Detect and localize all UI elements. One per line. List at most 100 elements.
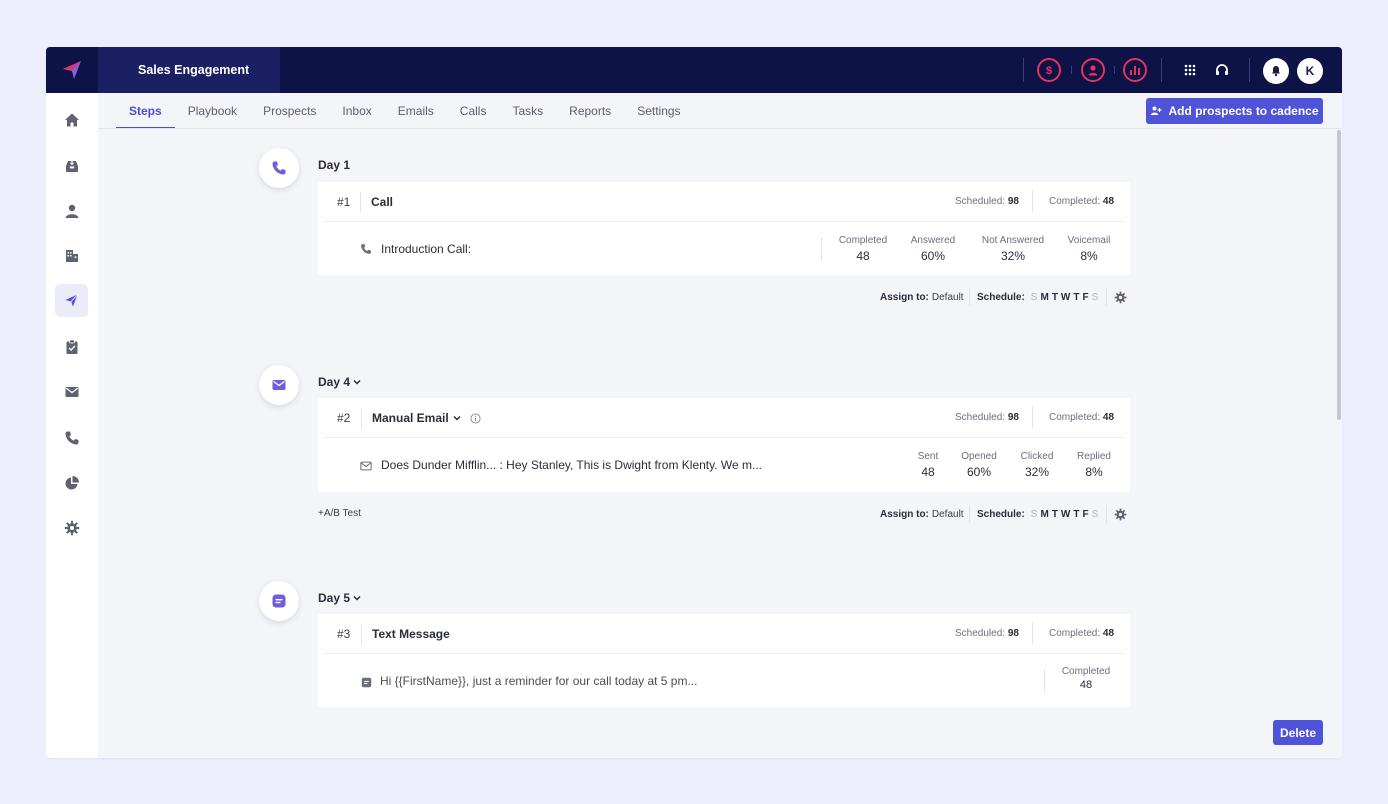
scheduled-value: 98 [1007, 196, 1019, 207]
sidebar-item-accounts[interactable] [55, 239, 88, 272]
step-card[interactable]: #2 Manual Email Scheduled: 98 Completed:… [318, 398, 1130, 492]
stat-label: Completed [838, 235, 888, 246]
assign-to[interactable]: Assign to: Default [880, 509, 964, 520]
assign-to[interactable]: Assign to: Default [880, 292, 964, 303]
completed-value: 48 [1102, 196, 1115, 207]
sidebar [46, 93, 98, 758]
tab-inbox[interactable]: Inbox [329, 93, 384, 129]
sidebar-item-home[interactable] [55, 103, 88, 136]
step-body-text[interactable]: Does Dunder Mifflin... : Hey Stanley, Th… [381, 458, 762, 472]
divider [1071, 66, 1072, 74]
mail-icon [65, 386, 78, 397]
headset-icon[interactable] [1211, 59, 1233, 81]
schedule-day[interactable]: M [1040, 509, 1048, 520]
sidebar-item-reports[interactable] [55, 466, 88, 499]
step-settings-button[interactable] [1110, 504, 1130, 524]
tab-bar: Steps Playbook Prospects Inbox Emails Ca… [116, 93, 694, 129]
stat-label: Answered [910, 235, 956, 246]
sidebar-item-emails[interactable] [55, 375, 88, 408]
chevron-down-icon [453, 415, 461, 421]
step-card[interactable]: #3 Text Message Scheduled: 98 Completed:… [318, 614, 1130, 707]
completed-count: Completed: 48 [1049, 412, 1114, 423]
schedule-day[interactable]: T [1052, 509, 1058, 520]
chart-icon[interactable] [1123, 58, 1147, 82]
divider [1161, 58, 1162, 82]
bell-icon[interactable] [1263, 58, 1289, 84]
sidebar-item-tasks[interactable] [55, 330, 88, 363]
dollar-icon[interactable]: $ [1037, 58, 1061, 82]
delete-button[interactable]: Delete [1273, 720, 1323, 745]
divider [1032, 190, 1033, 212]
gear-icon [64, 520, 79, 535]
step-settings-button[interactable] [1110, 287, 1130, 307]
step-card[interactable]: #1 Call Scheduled: 98 Completed: 48 Intr… [318, 182, 1130, 275]
assign-value: Default [931, 292, 964, 303]
scheduled-count: Scheduled: 98 [955, 628, 1019, 639]
divider [1032, 622, 1033, 644]
day-label-text: Day 1 [318, 158, 351, 172]
top-bar: Sales Engagement $ K [46, 47, 1342, 93]
schedule-day[interactable]: W [1061, 292, 1070, 303]
day-label[interactable]: Day 5 [318, 591, 361, 605]
mail-outline-icon [359, 459, 373, 473]
sidebar-item-calls[interactable] [55, 421, 88, 454]
clipboard-icon [66, 339, 77, 354]
pie-chart-icon [65, 475, 79, 489]
stat-voicemail: Voicemail 8% [1049, 235, 1129, 263]
ab-test-link[interactable]: +A/B Test [318, 508, 361, 519]
day-label-text: Day 4 [318, 375, 351, 389]
divider [1044, 669, 1045, 693]
schedule-day[interactable]: S [1092, 509, 1099, 520]
step-body-text[interactable]: Introduction Call: [381, 242, 471, 256]
tab-emails[interactable]: Emails [385, 93, 447, 129]
schedule-day[interactable]: S [1092, 292, 1099, 303]
apps-grid-icon[interactable] [1179, 59, 1201, 81]
day-label[interactable]: Day 4 [318, 375, 361, 389]
sidebar-item-inbox[interactable] [55, 149, 88, 182]
schedule-day[interactable]: T [1073, 292, 1079, 303]
logo-icon[interactable] [46, 47, 98, 93]
scrollbar[interactable] [1337, 130, 1341, 420]
sidebar-item-prospects[interactable] [55, 194, 88, 227]
inbox-icon [65, 159, 78, 172]
tab-prospects[interactable]: Prospects [250, 93, 329, 129]
divider [324, 221, 1124, 222]
add-prospects-button[interactable]: Add prospects to cadence [1146, 98, 1323, 124]
home-icon [64, 113, 79, 126]
divider [969, 288, 970, 306]
tab-playbook[interactable]: Playbook [175, 93, 250, 129]
tab-steps[interactable]: Steps [116, 93, 175, 129]
schedule-day[interactable]: S [1031, 292, 1038, 303]
avatar-initial: K [1305, 64, 1315, 78]
tab-tasks[interactable]: Tasks [499, 93, 556, 129]
assign-value: Default [931, 509, 964, 520]
step-body-text[interactable]: Hi {{FirstName}}, just a reminder for ou… [380, 674, 697, 688]
stat-label: Not Answered [981, 235, 1045, 246]
info-icon[interactable] [470, 412, 481, 424]
divider [324, 653, 1124, 654]
stat-value: 48 [856, 249, 870, 263]
schedule-day[interactable]: T [1073, 509, 1079, 520]
schedule-day[interactable]: W [1061, 509, 1070, 520]
schedule-day[interactable]: F [1082, 509, 1088, 520]
schedule[interactable]: Schedule: S M T W T F S [977, 509, 1098, 520]
step-title-dropdown[interactable]: Manual Email [372, 411, 481, 425]
divider [1106, 288, 1107, 306]
app-window: Sales Engagement $ K Steps Playbook Pros… [46, 47, 1342, 758]
sidebar-item-settings[interactable] [55, 511, 88, 544]
tab-reports[interactable]: Reports [556, 93, 624, 129]
day-5-text-badge [259, 581, 299, 621]
schedule[interactable]: Schedule: S M T W T F S [977, 292, 1098, 303]
divider [361, 408, 362, 428]
schedule-day[interactable]: S [1031, 509, 1038, 520]
divider [1249, 58, 1250, 82]
scheduled-label: Scheduled: [955, 412, 1006, 423]
schedule-day[interactable]: M [1040, 292, 1048, 303]
user-icon[interactable] [1081, 58, 1105, 82]
schedule-day[interactable]: F [1082, 292, 1088, 303]
sidebar-item-cadences[interactable] [55, 284, 88, 317]
tab-settings[interactable]: Settings [624, 93, 693, 129]
schedule-day[interactable]: T [1052, 292, 1058, 303]
tab-calls[interactable]: Calls [447, 93, 500, 129]
avatar[interactable]: K [1297, 58, 1323, 84]
